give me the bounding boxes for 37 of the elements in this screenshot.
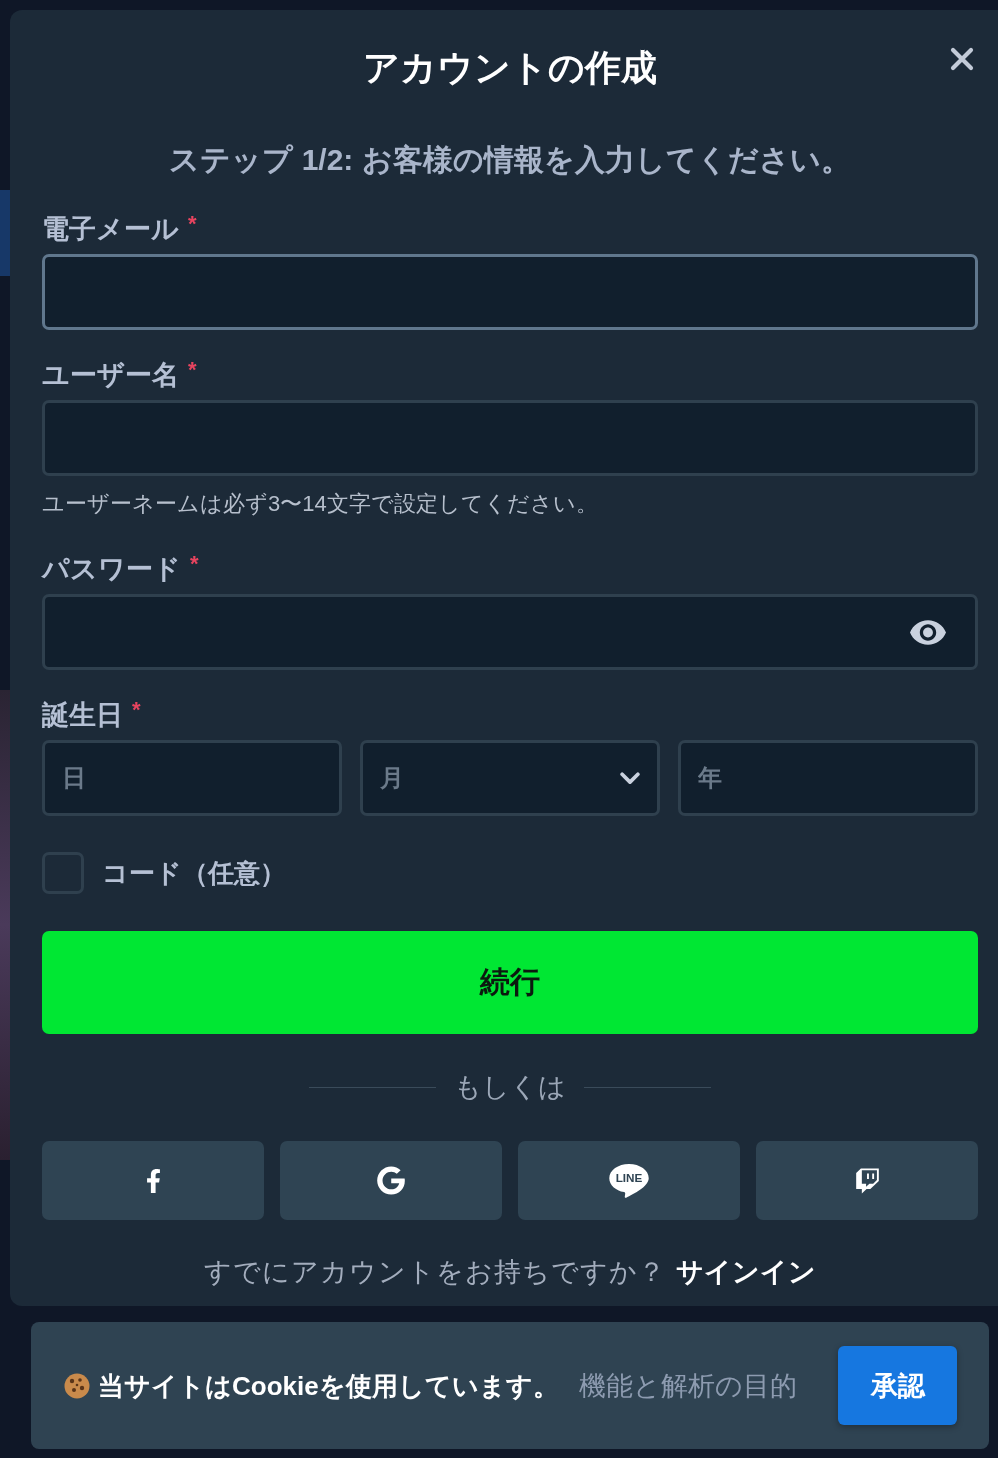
social-login-button[interactable]: LINE (518, 1141, 740, 1220)
dialog-title: アカウントの作成 (363, 46, 657, 90)
chevron-down-icon (620, 771, 640, 785)
date-input-field[interactable]: 年 (678, 740, 978, 816)
required-mark: * (188, 357, 197, 383)
field-label: ユーザー名 (42, 359, 179, 392)
divider-text: もしくは (454, 1071, 566, 1104)
required-mark: * (188, 211, 197, 237)
input-field[interactable] (42, 400, 978, 476)
continue-button[interactable]: 続行 (42, 931, 978, 1034)
password-field[interactable] (42, 594, 978, 670)
signin-link[interactable]: サインイン (676, 1254, 816, 1290)
social-login-button[interactable] (280, 1141, 502, 1220)
step-text: ステップ 1/2: お客様の情報を入力してください。 (169, 142, 851, 178)
field-label: パスワード (42, 553, 181, 586)
month-select[interactable]: 月 (360, 740, 660, 816)
field-label: 電子メール (42, 213, 179, 246)
close-button[interactable] (948, 45, 976, 73)
cookie-icon (64, 1372, 90, 1399)
cookie-message: 当サイトはCookieを使用しています。 (98, 1369, 559, 1403)
required-mark: * (190, 551, 199, 577)
line-icon: LINE (609, 1163, 649, 1198)
hint-text: ユーザーネームは必ず3〜14文字で設定してください。 (42, 490, 598, 518)
field-label: 誕生日 (42, 699, 123, 732)
twitch-icon (854, 1166, 880, 1195)
google-icon (377, 1166, 405, 1195)
checkbox-label: コード（任意） (102, 857, 286, 890)
close-icon (950, 47, 974, 71)
eye-icon (910, 619, 946, 645)
facebook-icon (145, 1168, 161, 1193)
signin-prompt: すでにアカウントをお持ちですか？ (204, 1256, 666, 1289)
input-field[interactable] (42, 254, 978, 330)
required-mark: * (132, 697, 141, 723)
accept-button[interactable]: 承認 (838, 1346, 957, 1425)
date-input-field[interactable]: 日 (42, 740, 342, 816)
show-password-button[interactable] (910, 619, 946, 645)
cookie-detail: 機能と解析の目的 (578, 1369, 797, 1403)
